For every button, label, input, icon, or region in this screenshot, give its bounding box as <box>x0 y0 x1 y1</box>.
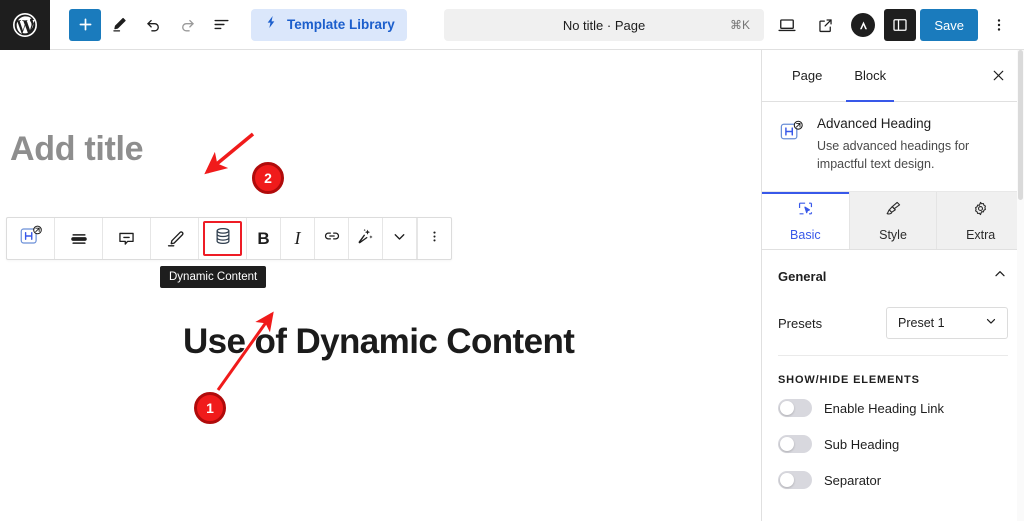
dynamic-content-tooltip: Dynamic Content <box>160 266 267 288</box>
block-type-advanced-heading-button[interactable] <box>7 218 55 259</box>
general-panel-title: General <box>778 269 827 285</box>
link-icon <box>322 226 342 251</box>
block-options-button[interactable] <box>417 218 451 259</box>
toggle-knob <box>780 401 794 416</box>
heading-block-text[interactable]: Use of Dynamic Content <box>183 322 575 362</box>
more-formatting-button[interactable] <box>383 218 417 259</box>
sidebar-tab-bar: Page Block <box>762 50 1024 102</box>
enable-heading-link-label: Enable Heading Link <box>824 400 944 416</box>
dynamic-content-button[interactable] <box>199 218 247 259</box>
save-button[interactable]: Save <box>920 9 978 41</box>
italic-icon: I <box>294 228 301 248</box>
wordpress-block-editor: Template Library No title · Page ⌘K Save… <box>0 0 1024 521</box>
italic-button[interactable]: I <box>281 218 315 259</box>
sidebar-scrollbar[interactable] <box>1017 50 1024 521</box>
add-block-button[interactable] <box>69 8 101 41</box>
sidebar-panel-icon[interactable] <box>884 9 917 41</box>
annotation-badge-1: 1 <box>194 392 226 424</box>
document-outline-icon[interactable] <box>205 9 237 41</box>
subtab-extra-label: Extra <box>966 228 996 243</box>
subtab-style-label: Style <box>879 228 907 243</box>
tab-block[interactable]: Block <box>838 50 902 102</box>
block-card-description: Use advanced headings for impactful text… <box>817 139 970 172</box>
presets-select[interactable]: Preset 1 <box>886 307 1008 340</box>
bold-button[interactable]: B <box>247 218 281 259</box>
redo-arrow-icon[interactable] <box>171 9 203 41</box>
toggle-row-separator: Separator <box>778 462 1008 498</box>
template-library-label: Template Library <box>287 17 395 32</box>
chevron-down-icon <box>984 314 998 333</box>
toggle-row-enable-heading-link: Enable Heading Link <box>778 390 1008 426</box>
brand-avatar-icon[interactable] <box>846 8 880 42</box>
document-title: No title · Page <box>562 17 646 33</box>
link-button[interactable] <box>315 218 349 259</box>
presets-value: Preset 1 <box>898 316 945 331</box>
separator-label: Separator <box>824 472 882 488</box>
show-hide-elements-label: SHOW/HIDE ELEMENTS <box>778 374 920 387</box>
desktop-preview-icon[interactable] <box>770 8 804 42</box>
toggle-knob <box>780 473 794 488</box>
separator-toggle[interactable] <box>778 471 812 490</box>
post-title-placeholder[interactable]: Add title <box>10 130 144 169</box>
toggle-row-sub-heading: Sub Heading <box>778 426 1008 462</box>
block-info-card: Advanced Heading Use advanced headings f… <box>762 102 1024 193</box>
scrollbar-thumb[interactable] <box>1018 50 1023 200</box>
paintbrush-icon <box>884 199 903 223</box>
general-panel: General Presets Preset 1 SHOW/HIDE ELEME… <box>762 250 1024 498</box>
document-title-bar[interactable]: No title · Page ⌘K <box>444 9 764 41</box>
general-panel-header[interactable]: General <box>778 266 1008 293</box>
annotation-arrows <box>204 132 274 391</box>
advanced-heading-block-icon <box>778 116 805 173</box>
advanced-heading-block-icon <box>18 223 44 254</box>
sub-heading-toggle[interactable] <box>778 435 812 454</box>
pencil-tools-icon[interactable] <box>103 9 135 41</box>
sidebar-subtab-bar: Basic Style Extra <box>762 192 1024 251</box>
enable-heading-link-toggle[interactable] <box>778 399 812 418</box>
close-icon[interactable] <box>982 60 1014 92</box>
chevron-down-icon <box>391 228 408 250</box>
toggle-knob <box>780 437 794 452</box>
comment-icon[interactable] <box>103 218 151 259</box>
template-library-button[interactable]: Template Library <box>251 8 407 41</box>
top-bar-right-tools: Save <box>770 0 1016 50</box>
sub-heading-label: Sub Heading <box>824 436 900 452</box>
gear-icon <box>971 199 990 223</box>
external-link-icon[interactable] <box>808 8 842 42</box>
subtab-style[interactable]: Style <box>849 192 938 250</box>
bold-icon: B <box>257 228 270 248</box>
undo-arrow-icon[interactable] <box>137 9 169 41</box>
block-settings-sidebar: Page Block Advanced Heading Use advanced <box>761 50 1024 521</box>
editor-canvas: Add title Use of Dynamic Content B I Dyn… <box>0 50 761 521</box>
presets-label: Presets <box>778 315 823 331</box>
database-cylinder-icon <box>212 225 234 252</box>
wordpress-logo-icon[interactable] <box>0 0 50 50</box>
ai-sparkle-wand-icon <box>355 226 376 252</box>
cursor-select-icon <box>796 199 815 223</box>
kebab-menu-icon <box>426 228 443 250</box>
ai-assistant-button[interactable] <box>349 218 383 259</box>
block-card-title: Advanced Heading <box>817 116 932 131</box>
editor-top-bar: Template Library No title · Page ⌘K Save <box>0 0 1024 50</box>
template-library-icon <box>263 14 279 35</box>
tab-page[interactable]: Page <box>776 50 838 101</box>
chevron-up-icon[interactable] <box>992 266 1008 287</box>
subtab-basic[interactable]: Basic <box>762 192 850 250</box>
kebab-menu-icon[interactable] <box>982 8 1016 42</box>
paragraph-align-icon[interactable] <box>55 218 103 259</box>
top-bar-left-tools: Template Library <box>50 8 407 41</box>
block-formatting-toolbar: B I <box>6 217 452 260</box>
annotation-badge-2: 2 <box>252 162 284 194</box>
subtab-extra[interactable]: Extra <box>937 192 1024 250</box>
presets-field-row: Presets Preset 1 <box>778 293 1008 357</box>
subtab-basic-label: Basic <box>790 228 821 243</box>
command-shortcut-label: ⌘K <box>729 18 750 32</box>
highlighter-pen-icon[interactable] <box>151 218 199 259</box>
